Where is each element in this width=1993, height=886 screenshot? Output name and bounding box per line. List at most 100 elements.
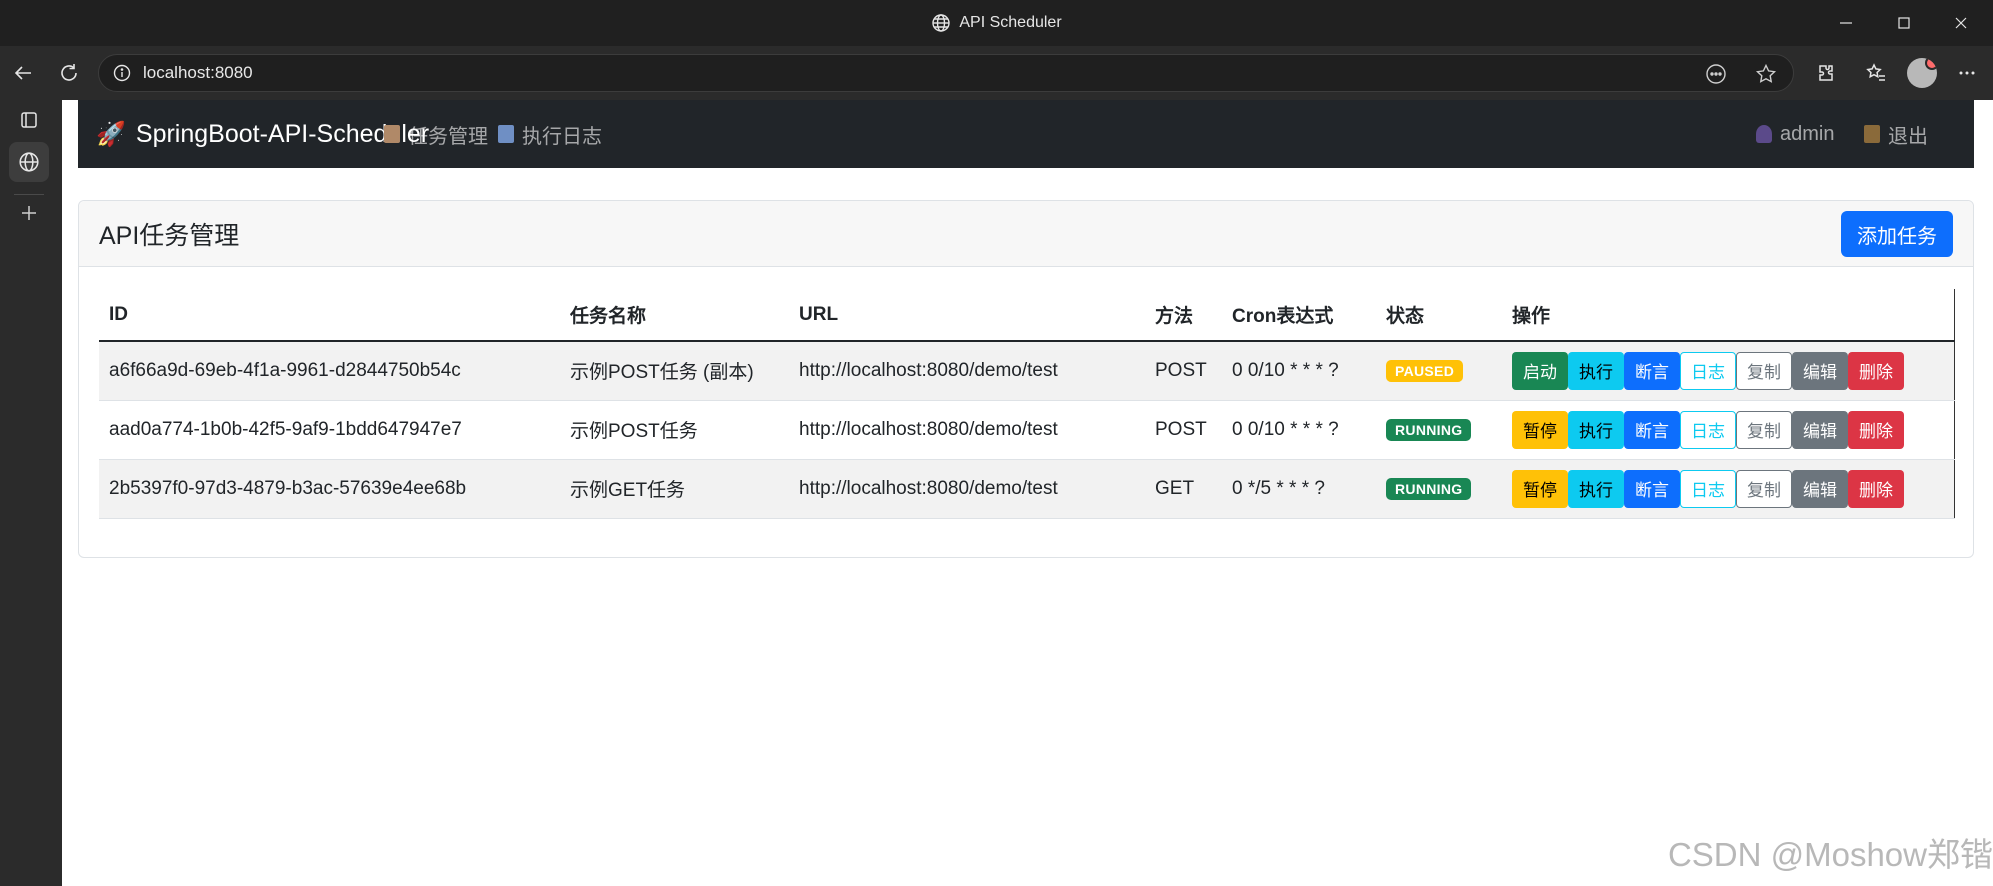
url-text: localhost:8080 [143,63,253,82]
log-button[interactable]: 日志 [1680,469,1736,508]
task-table: ID 任务名称 URL 方法 Cron表达式 状态 操作 a6f66a9d-69… [99,289,1955,519]
rocket-icon: 🚀 [96,120,126,148]
cell-cron: 0 0/10 * * * ? [1222,341,1376,401]
user-icon [1756,125,1772,143]
status-badge: RUNNING [1386,477,1472,500]
brand-link[interactable]: 🚀 SpringBoot-API-Scheduler [96,100,429,168]
cell-url: http://localhost:8080/demo/test [789,400,1145,460]
cell-actions: 暂停 执行 断言 日志 复制 编辑 删除 [1502,459,1955,519]
header-url: URL [789,289,1145,342]
favorites-list-icon [1866,63,1885,81]
close-icon [1955,17,1967,29]
cell-method: POST [1145,400,1222,460]
extensions-button[interactable] [1808,55,1844,91]
assert-button[interactable]: 断言 [1624,469,1680,508]
cell-id: a6f66a9d-69eb-4f1a-9961-d2844750b54c [99,341,560,401]
status-badge: RUNNING [1386,418,1472,441]
header-actions: 操作 [1502,289,1955,342]
copy-button[interactable]: 复制 [1736,410,1792,449]
new-tab-button[interactable] [9,193,49,233]
browser-menu-button[interactable] [1949,55,1985,91]
execute-button[interactable]: 执行 [1568,351,1624,390]
assert-button[interactable]: 断言 [1624,351,1680,390]
web-page: 🚀 SpringBoot-API-Scheduler 任务管理 执行日志 adm… [62,100,1993,886]
pause-button[interactable]: 暂停 [1512,410,1568,449]
table-header-row: ID 任务名称 URL 方法 Cron表达式 状态 操作 [99,289,1955,342]
globe-icon [19,152,39,172]
cell-id: aad0a774-1b0b-42f5-9af9-1bdd647947e7 [99,400,560,460]
cell-id: 2b5397f0-97d3-4879-b3ac-57639e4ee68b [99,459,560,519]
nav-execution-logs-label: 执行日志 [522,125,602,148]
cell-cron: 0 0/10 * * * ? [1222,400,1376,460]
card-header: API任务管理 添加任务 [79,201,1973,267]
globe-icon [932,14,951,32]
task-card: API任务管理 添加任务 ID 任务名称 URL 方法 Cron表达式 状态 操… [78,200,1974,558]
logout-link[interactable]: 退出 [1864,100,1928,168]
cell-cron: 0 */5 * * * ? [1222,459,1376,519]
cell-status: PAUSED [1376,341,1502,401]
cell-name: 示例POST任务 [560,400,789,460]
copy-button[interactable]: 复制 [1736,469,1792,508]
log-button[interactable]: 日志 [1680,410,1736,449]
more-options-circle-icon[interactable] [1705,63,1727,85]
header-id: ID [99,289,560,342]
status-badge: PAUSED [1386,359,1464,382]
door-icon [1864,125,1880,143]
back-button[interactable] [5,55,41,91]
csdn-watermark: CSDN @Moshow郑锴 [1667,836,1993,873]
table-row: aad0a774-1b0b-42f5-9af9-1bdd647947e7 示例P… [99,400,1955,460]
start-button[interactable]: 启动 [1512,351,1568,390]
cell-status: RUNNING [1376,459,1502,519]
minimize-icon [1840,22,1852,24]
cell-actions: 暂停 执行 断言 日志 复制 编辑 删除 [1502,400,1955,460]
cell-status: RUNNING [1376,400,1502,460]
favorites-button[interactable] [1858,55,1894,91]
execute-button[interactable]: 执行 [1568,469,1624,508]
header-method: 方法 [1145,289,1222,342]
table-row: a6f66a9d-69eb-4f1a-9961-d2844750b54c 示例P… [99,341,1955,401]
nav-execution-logs[interactable]: 执行日志 [498,100,602,168]
cell-actions: 启动 执行 断言 日志 复制 编辑 删除 [1502,341,1955,401]
browser-toolbar: localhost:8080 [0,46,1993,100]
cell-method: POST [1145,341,1222,401]
maximize-button[interactable] [1876,0,1932,46]
favorite-star-icon[interactable] [1755,63,1777,85]
copy-button[interactable]: 复制 [1736,351,1792,390]
user-menu[interactable]: admin [1756,100,1834,168]
profile-avatar[interactable] [1907,58,1937,88]
table-row: 2b5397f0-97d3-4879-b3ac-57639e4ee68b 示例G… [99,459,1955,519]
reload-icon [61,64,77,81]
delete-button[interactable]: 删除 [1848,351,1904,390]
clipboard-icon [384,125,400,143]
cell-name: 示例POST任务 (副本) [560,341,789,401]
cell-url: http://localhost:8080/demo/test [789,341,1145,401]
header-name: 任务名称 [560,289,789,342]
minimize-button[interactable] [1818,0,1874,46]
cell-name: 示例GET任务 [560,459,789,519]
edit-button[interactable]: 编辑 [1792,469,1848,508]
page-title: API任务管理 [99,222,240,250]
delete-button[interactable]: 删除 [1848,469,1904,508]
user-name: admin [1780,122,1835,145]
pause-button[interactable]: 暂停 [1512,469,1568,508]
assert-button[interactable]: 断言 [1624,410,1680,449]
tabs-icon [21,112,37,128]
arrow-left-icon [14,66,31,80]
more-horizontal-icon [1959,71,1975,75]
delete-button[interactable]: 删除 [1848,410,1904,449]
log-button[interactable]: 日志 [1680,351,1736,390]
reload-button[interactable] [51,55,87,91]
edit-button[interactable]: 编辑 [1792,351,1848,390]
edit-button[interactable]: 编辑 [1792,410,1848,449]
info-icon [113,64,131,82]
nav-task-management-label: 任务管理 [408,125,488,148]
tab-api-scheduler[interactable] [9,142,49,182]
close-window-button[interactable] [1933,0,1989,46]
tab-actions-button[interactable] [9,100,49,140]
window-title-text: API Scheduler [959,14,1062,31]
browser-sidebar [0,100,62,886]
nav-task-management[interactable]: 任务管理 [384,100,488,168]
add-task-button[interactable]: 添加任务 [1841,211,1953,257]
address-bar[interactable]: localhost:8080 [98,54,1794,92]
execute-button[interactable]: 执行 [1568,410,1624,449]
